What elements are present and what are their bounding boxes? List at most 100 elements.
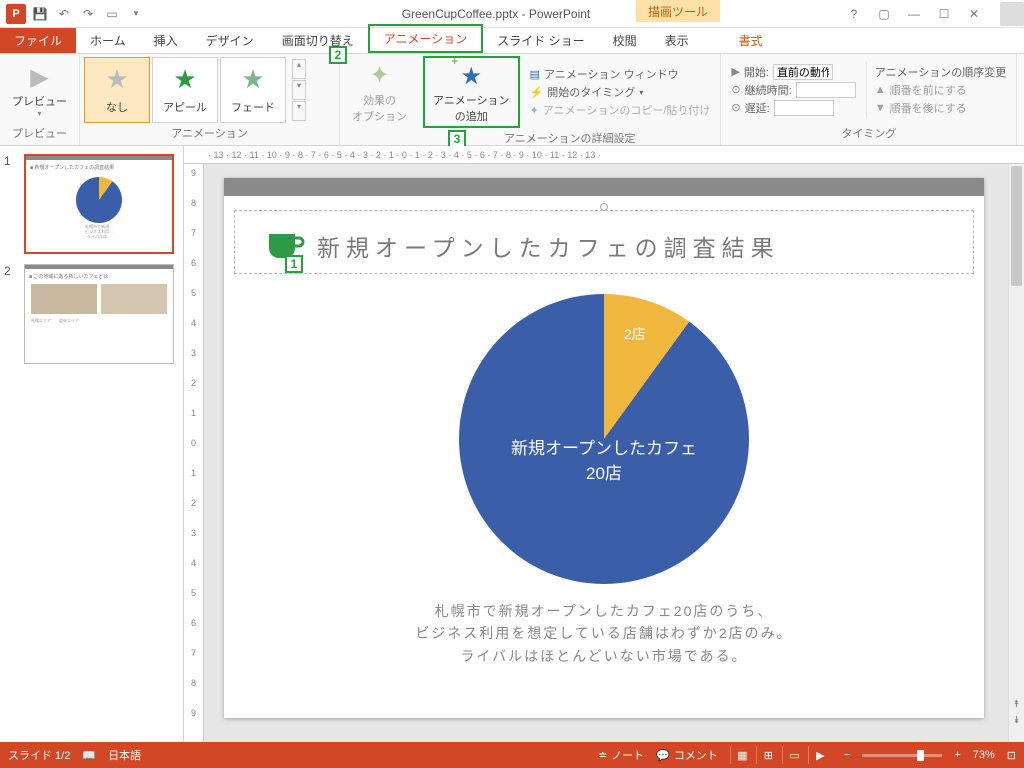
anim-none[interactable]: ★ なし <box>84 57 150 123</box>
trigger-button[interactable]: ⚡開始のタイミング▾ <box>530 84 711 100</box>
delay-input[interactable] <box>774 100 834 116</box>
anim-appear-label: アピール <box>163 99 207 115</box>
preview-label: プレビュー <box>12 93 67 109</box>
thumb-preview-1: ■ 新規オープンしたカフェの調査結果 札幌市で新規…ビジネス利用…ライバルは… <box>24 154 174 254</box>
preview-button[interactable]: ▶ プレビュー ▾ <box>4 59 75 120</box>
window-title: GreenCupCoffee.pptx - PowerPoint <box>148 7 844 21</box>
add-animation-star-icon: ★+ <box>455 60 487 92</box>
move-earlier-button[interactable]: ▲順番を前にする <box>875 82 1007 98</box>
gallery-up-icon[interactable]: ▴ <box>292 59 306 79</box>
start-from-beginning-icon[interactable]: ▭ <box>100 2 124 26</box>
rotate-handle-icon[interactable] <box>600 203 608 211</box>
ribbon-group-animation: ★ なし ★ アピール ★ フェード ▴ ▾ ▾ アニメーション <box>80 54 340 145</box>
slideshow-view-icon[interactable]: ▶ <box>808 746 832 764</box>
ribbon-options-icon[interactable]: ▢ <box>874 7 894 21</box>
thumb-preview-2: ■ この地域にある新しいカフェとは 札幌エリア 道央エリア <box>24 264 174 364</box>
play-icon: ▶ <box>731 65 739 78</box>
ribbon-tabs: ファイル ホーム 挿入 デザイン 画面切り替え アニメーション 2 スライド シ… <box>0 28 1024 54</box>
next-slide-icon[interactable]: ⯯ <box>1009 715 1024 726</box>
animation-pane-button[interactable]: ▤アニメーション ウィンドウ <box>530 66 711 82</box>
vertical-scrollbar[interactable]: ⯭ ⯯ <box>1008 164 1024 742</box>
comments-button[interactable]: 💬 コメント <box>656 747 718 763</box>
tab-file[interactable]: ファイル <box>0 28 76 53</box>
language-indicator[interactable]: 日本語 <box>108 747 141 763</box>
pie-small-label: 2店 <box>624 324 646 344</box>
slide-canvas[interactable]: 新規オープンしたカフェの調査結果 1 2店 新規オープンしたカフェ20店 札幌市… <box>224 178 984 718</box>
effect-options-label: 効果の オプション <box>352 92 407 124</box>
tab-animations[interactable]: アニメーション <box>368 24 484 53</box>
slide-thumbnails: 1 ■ 新規オープンしたカフェの調査結果 札幌市で新規…ビジネス利用…ライバルは… <box>0 146 184 742</box>
help-icon[interactable]: ? <box>844 7 864 21</box>
sorter-view-icon[interactable]: ⊞ <box>756 746 780 764</box>
zoom-thumb[interactable] <box>917 750 924 761</box>
status-bar: スライド 1/2 📖 日本語 ≐ ノート 💬 コメント ▦ ⊞ ▭ ▶ − + … <box>0 742 1024 768</box>
timing-group-label: タイミング <box>725 123 1012 143</box>
duration-icon: ⊙ <box>731 83 740 96</box>
star-icon: ★ <box>173 64 196 95</box>
slide-title-text: 新規オープンしたカフェの調査結果 <box>317 229 780 263</box>
slide-title-box[interactable]: 新規オープンしたカフェの調査結果 1 <box>234 210 974 274</box>
title-bar: P 💾 ↶ ↷ ▭ ▾ GreenCupCoffee.pptx - PowerP… <box>0 0 1024 28</box>
thumbnail-1[interactable]: 1 ■ 新規オープンしたカフェの調査結果 札幌市で新規…ビジネス利用…ライバルは… <box>4 154 179 254</box>
tab-home[interactable]: ホーム <box>76 28 140 53</box>
ribbon-group-advanced: ★+ アニメーション の追加 3 ▤アニメーション ウィンドウ ⚡開始のタイミン… <box>419 54 721 145</box>
star-icon: ★ <box>241 64 264 95</box>
slide-caption: 札幌市で新規オープンしたカフェ20店のうち、 ビジネス利用を想定している店舗はわ… <box>224 600 984 667</box>
prev-slide-icon[interactable]: ⯭ <box>1009 699 1024 710</box>
workspace: 1 ■ 新規オープンしたカフェの調査結果 札幌市で新規…ビジネス利用…ライバルは… <box>0 146 1024 742</box>
start-input[interactable] <box>773 64 833 80</box>
redo-icon[interactable]: ↷ <box>76 2 100 26</box>
contextual-tab-label: 描画ツール <box>636 0 720 22</box>
up-arrow-icon: ▲ <box>875 84 886 96</box>
qat-dropdown-icon[interactable]: ▾ <box>124 2 148 26</box>
gallery-down-icon[interactable]: ▾ <box>292 80 306 100</box>
fit-view-icon[interactable]: ⊡ <box>1007 749 1016 762</box>
maximize-icon[interactable]: ☐ <box>934 7 954 21</box>
zoom-out-icon[interactable]: − <box>844 749 850 761</box>
ribbon-group-preview: ▶ プレビュー ▾ プレビュー <box>0 54 80 145</box>
tab-review[interactable]: 校閲 <box>599 28 651 53</box>
add-animation-button[interactable]: ★+ アニメーション の追加 <box>423 56 520 128</box>
tab-design[interactable]: デザイン <box>192 28 268 53</box>
tab-view[interactable]: 表示 <box>651 28 703 53</box>
account-icon[interactable] <box>1000 2 1024 26</box>
notes-button[interactable]: ≐ ノート <box>598 747 644 763</box>
effect-options-icon: ✦ <box>364 60 396 92</box>
reorder-label: アニメーションの順序変更 <box>875 64 1007 80</box>
thumbnail-2[interactable]: 2 ■ この地域にある新しいカフェとは 札幌エリア 道央エリア <box>4 264 179 364</box>
slide-editor: · 13 · 12 · 11 · 10 · 9 · 8 · 7 · 6 · 5 … <box>184 146 1024 742</box>
tab-slideshow[interactable]: スライド ショー <box>483 28 598 53</box>
zoom-level[interactable]: 73% <box>973 749 995 761</box>
animation-gallery[interactable]: ★ なし ★ アピール ★ フェード <box>84 57 286 123</box>
normal-view-icon[interactable]: ▦ <box>730 746 754 764</box>
slide-indicator[interactable]: スライド 1/2 <box>8 747 70 763</box>
close-icon[interactable]: ✕ <box>964 7 984 21</box>
tab-format[interactable]: 書式 <box>725 28 777 53</box>
gallery-more-icon[interactable]: ▾ <box>292 101 306 121</box>
tab-transitions[interactable]: 画面切り替え <box>268 28 368 53</box>
pie-main-label: 新規オープンしたカフェ20店 <box>511 434 697 484</box>
minimize-icon[interactable]: — <box>904 7 924 21</box>
zoom-slider[interactable] <box>862 754 942 757</box>
trigger-icon: ⚡ <box>530 86 544 99</box>
thumb-num-1: 1 <box>4 154 18 254</box>
tab-insert[interactable]: 挿入 <box>140 28 192 53</box>
anim-none-label: なし <box>106 99 128 115</box>
spellcheck-icon[interactable]: 📖 <box>82 749 96 762</box>
painter-icon: ✦ <box>530 104 539 117</box>
move-later-button[interactable]: ▼順番を後にする <box>875 100 1007 116</box>
view-buttons: ▦ ⊞ ▭ ▶ <box>730 746 832 764</box>
reading-view-icon[interactable]: ▭ <box>782 746 806 764</box>
anim-appear[interactable]: ★ アピール <box>152 57 218 123</box>
duration-input[interactable] <box>796 82 856 98</box>
save-icon[interactable]: 💾 <box>28 2 52 26</box>
slide-top-bar <box>224 178 984 196</box>
ruler-vertical: 9876543210123456789 <box>184 164 204 742</box>
undo-icon[interactable]: ↶ <box>52 2 76 26</box>
duration-label: 継続時間: <box>745 82 792 98</box>
scroll-thumb[interactable] <box>1011 166 1022 286</box>
anim-fade[interactable]: ★ フェード <box>220 57 286 123</box>
app-icon: P <box>4 2 28 26</box>
pie-chart[interactable]: 2店 新規オープンしたカフェ20店 <box>224 294 984 584</box>
zoom-in-icon[interactable]: + <box>954 749 960 761</box>
